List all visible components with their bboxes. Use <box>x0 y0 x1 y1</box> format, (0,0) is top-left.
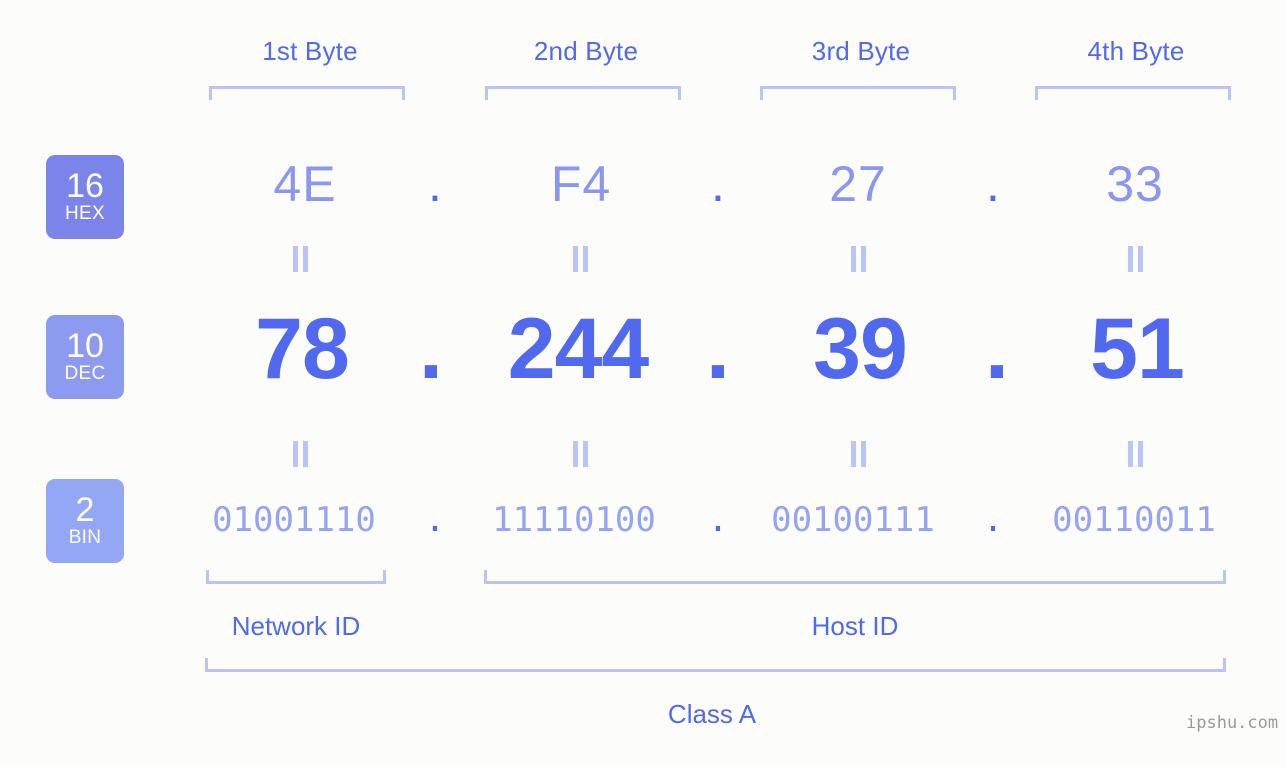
equals-connector-dec-bin-2 <box>570 441 592 467</box>
byte-header-3: 3rd Byte <box>811 36 911 66</box>
byte-bracket-3 <box>760 86 956 100</box>
bin-octet-3: 00100111 <box>771 500 935 540</box>
badge-bin-label: BIN <box>68 527 102 548</box>
hex-octet-1: 4E <box>273 156 337 212</box>
dec-octet-2: 244 <box>507 301 650 397</box>
equals-connector-hex-dec-3 <box>848 246 870 272</box>
host-id-label: Host ID <box>811 611 899 641</box>
badge-bin-number: 2 <box>75 491 95 529</box>
dec-octet-1: 78 <box>255 301 350 397</box>
byte-header-1: 1st Byte <box>262 36 358 66</box>
byte-bracket-2 <box>485 86 681 100</box>
byte-bracket-1 <box>209 86 405 100</box>
dec-octet-3: 39 <box>813 301 908 397</box>
equals-connector-dec-bin-3 <box>848 441 870 467</box>
equals-connector-hex-dec-2 <box>570 246 592 272</box>
network-id-bracket <box>206 570 386 584</box>
equals-connector-hex-dec-1 <box>290 246 312 272</box>
site-watermark: ipshu.com <box>1186 713 1279 733</box>
hex-octet-2: F4 <box>550 156 612 212</box>
hex-octet-4: 33 <box>1106 156 1164 212</box>
badge-hex: 16 HEX <box>46 155 124 239</box>
badge-dec-number: 10 <box>66 327 104 365</box>
class-bracket <box>205 658 1226 672</box>
equals-connector-dec-bin-4 <box>1125 441 1147 467</box>
byte-bracket-4 <box>1035 86 1231 100</box>
equals-connector-hex-dec-4 <box>1125 246 1147 272</box>
class-label: Class A <box>667 699 757 729</box>
badge-hex-number: 16 <box>66 167 104 205</box>
hex-separator-1: . <box>428 156 442 212</box>
network-id-label: Network ID <box>231 611 361 641</box>
hex-octet-3: 27 <box>829 156 887 212</box>
bin-octet-2: 11110100 <box>492 500 656 540</box>
dec-octet-4: 51 <box>1090 301 1185 397</box>
bin-octet-4: 00110011 <box>1052 500 1216 540</box>
bin-octet-1: 01001110 <box>212 500 376 540</box>
equals-connector-dec-bin-1 <box>290 441 312 467</box>
badge-hex-label: HEX <box>65 203 105 224</box>
host-id-bracket <box>484 570 1226 584</box>
byte-header-4: 4th Byte <box>1087 36 1185 66</box>
badge-dec: 10 DEC <box>46 315 124 399</box>
byte-header-2: 2nd Byte <box>533 36 639 66</box>
dec-separator-1: . <box>419 301 443 397</box>
badge-dec-label: DEC <box>64 363 106 384</box>
badge-bin: 2 BIN <box>46 479 124 563</box>
ip-breakdown-diagram: 1st Byte 2nd Byte 3rd Byte 4th Byte 16 H… <box>0 0 1285 767</box>
